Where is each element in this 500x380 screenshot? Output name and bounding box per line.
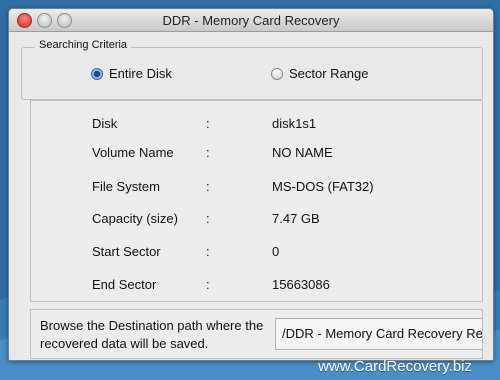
- start-sector-value: 0: [272, 244, 280, 259]
- disk-row: Disk : disk1s1: [31, 116, 482, 136]
- destination-path-field[interactable]: /DDR - Memory Card Recovery Re: [275, 318, 482, 350]
- entire-disk-label: Entire Disk: [109, 66, 172, 81]
- sector-range-radio[interactable]: Sector Range: [271, 66, 369, 81]
- sector-range-label: Sector Range: [289, 66, 369, 81]
- window-title: DDR - Memory Card Recovery: [162, 13, 340, 28]
- radio-unselected-icon: [271, 67, 283, 80]
- volume-name-row: Volume Name : NO NAME: [31, 145, 482, 165]
- searching-criteria-legend: Searching Criteria: [35, 39, 132, 51]
- volume-name-label: Volume Name: [92, 145, 174, 160]
- start-sector-label: Start Sector: [92, 244, 161, 259]
- separator: :: [206, 116, 210, 131]
- capacity-row: Capacity (size) : 7.47 GB: [31, 211, 482, 231]
- separator: :: [206, 244, 210, 259]
- file-system-value: MS-DOS (FAT32): [272, 179, 374, 194]
- separator: :: [206, 277, 210, 292]
- end-sector-row: End Sector : 15663086: [31, 277, 482, 297]
- app-window: DDR - Memory Card Recovery Searching Cri…: [8, 8, 494, 361]
- radio-selected-icon: [91, 67, 103, 80]
- file-system-row: File System : MS-DOS (FAT32): [31, 179, 482, 199]
- capacity-value: 7.47 GB: [272, 211, 320, 226]
- volume-name-value: NO NAME: [272, 145, 333, 160]
- destination-prompt: Browse the Destination path where the re…: [40, 318, 264, 351]
- disk-value: disk1s1: [272, 116, 317, 131]
- title-bar: DDR - Memory Card Recovery: [9, 9, 493, 32]
- file-system-label: File System: [92, 179, 160, 194]
- end-sector-label: End Sector: [92, 277, 157, 292]
- end-sector-value: 15663086: [272, 277, 330, 292]
- destination-panel: Browse the Destination path where the re…: [30, 309, 483, 359]
- separator: :: [206, 211, 210, 226]
- disk-label: Disk: [92, 116, 118, 131]
- website-url: www.CardRecovery.biz: [318, 358, 472, 375]
- separator: :: [206, 145, 210, 160]
- capacity-label: Capacity (size): [92, 211, 178, 226]
- entire-disk-radio[interactable]: Entire Disk: [91, 66, 172, 81]
- start-sector-row: Start Sector : 0: [31, 244, 482, 264]
- separator: :: [206, 179, 210, 194]
- disk-info-panel: Disk : disk1s1 Volume Name : NO NAME Fil…: [30, 100, 483, 302]
